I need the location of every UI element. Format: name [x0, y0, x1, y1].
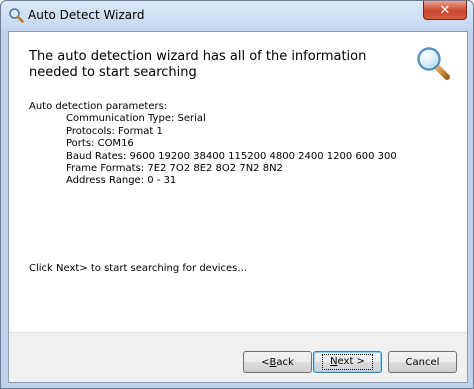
back-button[interactable]: < Back: [243, 351, 312, 373]
wizard-window: Auto Detect Wizard ✕ The auto detection …: [0, 0, 474, 389]
param-baud-rates: Baud Rates: 9600 19200 38400 115200 4800…: [66, 150, 397, 162]
param-communication-type: Communication Type: Serial: [66, 113, 206, 125]
page-heading: The auto detection wizard has all of the…: [29, 49, 367, 80]
title-bar[interactable]: Auto Detect Wizard ✕: [1, 1, 473, 29]
param-ports: Ports: COM16: [66, 138, 134, 150]
magnifier-icon: [9, 8, 24, 23]
param-frame-formats: Frame Formats: 7E2 7O2 8E2 8O2 7N2 8N2: [66, 163, 283, 175]
button-bar: < Back Next > Cancel: [9, 332, 467, 382]
instruction-text: Click Next> to start searching for devic…: [29, 263, 247, 274]
window-title: Auto Detect Wizard: [28, 8, 145, 22]
next-button[interactable]: Next >: [313, 351, 382, 373]
wizard-content: The auto detection wizard has all of the…: [8, 31, 468, 383]
parameters-title: Auto detection parameters:: [29, 101, 168, 112]
focus-rectangle: Next >: [322, 354, 373, 370]
detection-parameters: Auto detection parameters: Communication…: [29, 101, 397, 188]
cancel-button[interactable]: Cancel: [388, 351, 457, 373]
next-accelerator: N: [330, 356, 338, 367]
next-label: ext >: [337, 356, 365, 367]
param-protocols: Protocols: Format 1: [66, 125, 163, 137]
close-button[interactable]: ✕: [423, 1, 467, 20]
back-prefix: <: [261, 356, 270, 368]
param-address-range: Address Range: 0 - 31: [66, 175, 177, 187]
back-label: ack: [276, 356, 294, 368]
back-accelerator: B: [269, 356, 277, 368]
search-magnifier-icon: [417, 47, 450, 80]
